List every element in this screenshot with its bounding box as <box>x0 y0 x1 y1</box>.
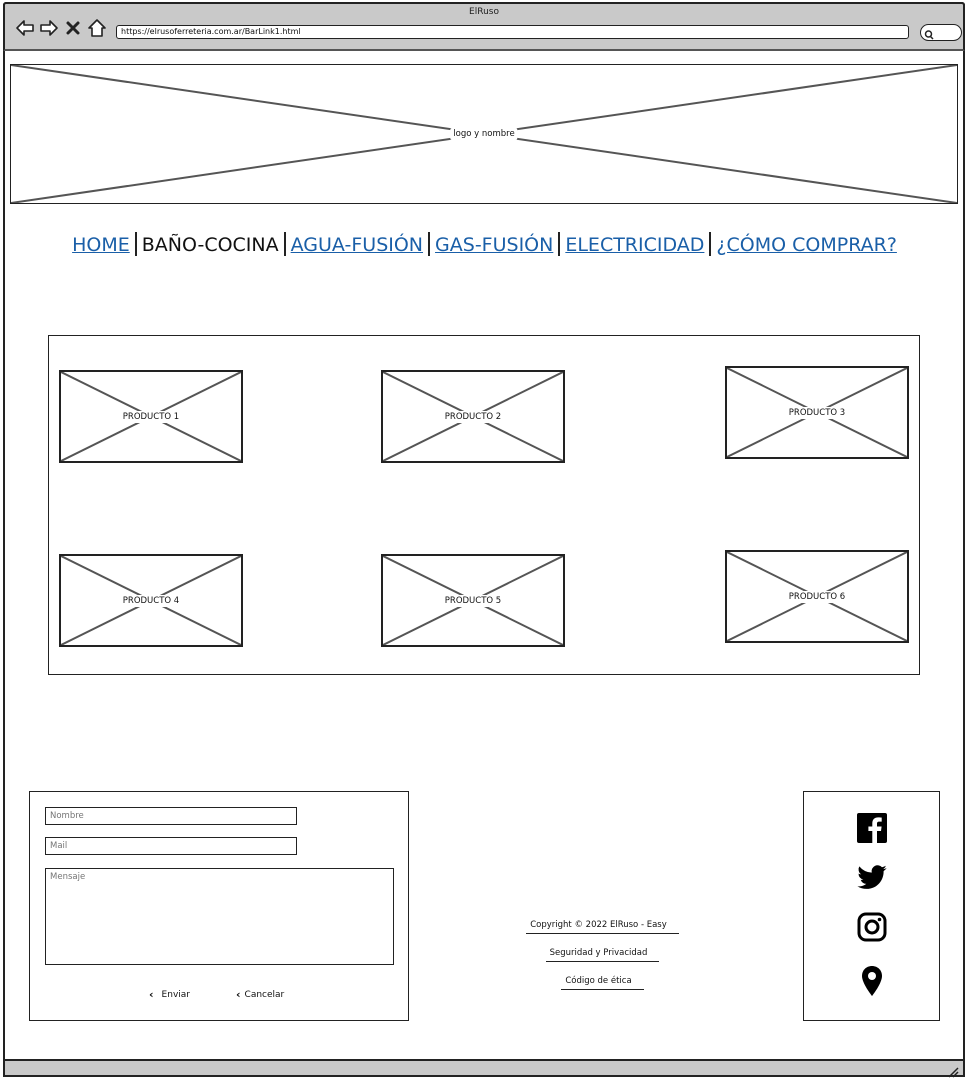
product-label: PRODUCTO 5 <box>441 594 505 607</box>
product-card-4[interactable]: PRODUCTO 4 <box>59 554 243 647</box>
footer-links: Copyright © 2022 ElRuso - Easy Seguridad… <box>520 920 685 1004</box>
menu-como-comprar[interactable]: ¿CÓMO COMPRAR? <box>716 234 896 256</box>
forward-icon[interactable] <box>39 18 59 38</box>
location-pin-icon[interactable] <box>856 964 888 996</box>
facebook-icon[interactable] <box>856 812 888 844</box>
logo-placeholder: logo y nombre <box>10 64 958 204</box>
menu-separator <box>134 232 137 256</box>
twitter-icon[interactable] <box>856 862 888 894</box>
contact-form: ‹ Enviar ‹ Cancelar <box>29 791 409 1021</box>
mail-field[interactable] <box>45 837 297 855</box>
main-menu: HOME BAÑO-COCINA AGUA-FUSIÓN GAS-FUSIÓN ELEC… <box>0 232 969 256</box>
menu-bano-cocina[interactable]: BAÑO-COCINA <box>142 234 279 256</box>
status-bar <box>3 1059 965 1078</box>
product-label: PRODUCTO 2 <box>441 410 505 423</box>
product-card-5[interactable]: PRODUCTO 5 <box>381 554 565 647</box>
resize-grip-icon[interactable] <box>947 1063 959 1078</box>
address-bar[interactable]: https://elrusoferreteria.com.ar/BarLink1… <box>116 25 909 39</box>
product-card-1[interactable]: PRODUCTO 1 <box>59 370 243 463</box>
ethics-link[interactable]: Código de ética <box>561 976 644 990</box>
menu-separator <box>428 232 431 256</box>
product-card-6[interactable]: PRODUCTO 6 <box>725 550 909 643</box>
instagram-icon[interactable] <box>856 911 888 943</box>
copyright-link[interactable]: Copyright © 2022 ElRuso - Easy <box>526 920 679 934</box>
product-card-2[interactable]: PRODUCTO 2 <box>381 370 565 463</box>
send-button[interactable]: ‹ Enviar <box>149 988 190 1001</box>
menu-separator <box>283 232 286 256</box>
product-label: PRODUCTO 4 <box>119 594 183 607</box>
search-icon <box>924 26 934 40</box>
message-field[interactable] <box>45 868 394 965</box>
logo-label: logo y nombre <box>450 128 518 140</box>
chevron-left-icon: ‹ <box>236 988 241 1001</box>
cancel-button[interactable]: ‹ Cancelar <box>236 988 284 1001</box>
window-title: ElRuso <box>469 7 499 17</box>
product-label: PRODUCTO 6 <box>785 590 849 603</box>
home-icon[interactable] <box>87 18 107 38</box>
menu-separator <box>709 232 712 256</box>
browser-toolbar: ElRuso https://elrusoferreteria.com.ar/B… <box>3 2 965 51</box>
send-label: Enviar <box>161 989 190 1000</box>
product-card-3[interactable]: PRODUCTO 3 <box>725 366 909 459</box>
menu-gas-fusion[interactable]: GAS-FUSIÓN <box>435 234 553 256</box>
browser-search[interactable] <box>920 24 962 41</box>
menu-electricidad[interactable]: ELECTRICIDAD <box>565 234 704 256</box>
cancel-label: Cancelar <box>244 989 285 1000</box>
name-field[interactable] <box>45 807 297 825</box>
menu-home[interactable]: HOME <box>72 234 130 256</box>
privacy-link[interactable]: Seguridad y Privacidad <box>545 948 660 962</box>
back-icon[interactable] <box>15 18 35 38</box>
menu-agua-fusion[interactable]: AGUA-FUSIÓN <box>291 234 423 256</box>
close-icon[interactable] <box>63 18 83 38</box>
chevron-left-icon: ‹ <box>149 988 154 1001</box>
product-label: PRODUCTO 3 <box>785 406 849 419</box>
menu-separator <box>558 232 561 256</box>
social-panel <box>803 791 940 1021</box>
products-grid: PRODUCTO 1 PRODUCTO 2 PRODUCTO 3 PRODUCT… <box>48 335 920 675</box>
product-label: PRODUCTO 1 <box>119 410 183 423</box>
